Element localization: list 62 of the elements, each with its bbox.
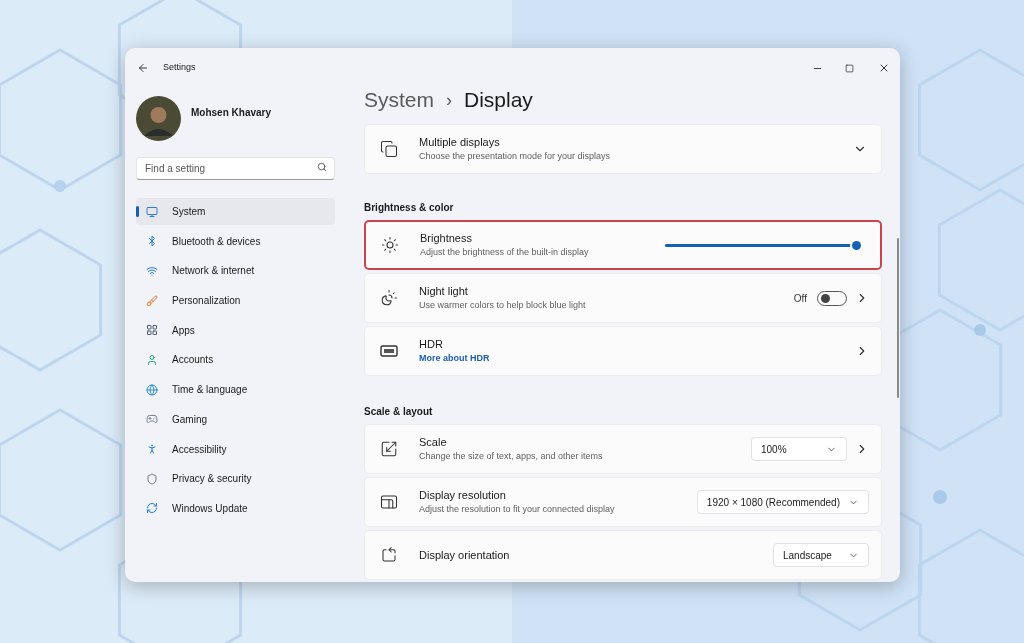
more-link[interactable]: More about HDR [419, 351, 490, 365]
apps-icon [146, 324, 158, 337]
scrollbar[interactable] [897, 238, 899, 398]
setting-description: Adjust the resolution to fit your connected display [419, 503, 615, 516]
person-icon [146, 353, 158, 366]
close-icon[interactable] [878, 62, 890, 74]
globe-icon [146, 383, 158, 396]
setting-title: Display resolution [419, 488, 507, 502]
brightness-slider[interactable] [665, 240, 861, 250]
search-icon [317, 162, 327, 172]
sidebar-item[interactable]: Accessibility [136, 435, 335, 463]
setting-description: Choose the presentation mode for your displays [419, 150, 611, 163]
setting-title: HDR [419, 337, 444, 351]
bluetooth-icon [146, 235, 158, 248]
setting-title: Display orientation [419, 548, 510, 562]
monitor-icon [146, 205, 158, 218]
profile-name: Mohsen Khavary [191, 106, 272, 120]
setting-title: Multiple displays [419, 135, 501, 149]
sidebar-item[interactable]: Personalization [136, 287, 335, 315]
person-icon [146, 443, 158, 455]
back-icon[interactable] [137, 62, 149, 74]
sidebar-item[interactable]: Accounts [136, 346, 335, 374]
resolution-icon [380, 493, 398, 511]
breadcrumb-separator: › [446, 88, 452, 112]
section-heading: Brightness & color [364, 201, 455, 215]
window-title: Settings [163, 61, 196, 75]
page-title: Display [464, 88, 533, 114]
gamepad-icon [146, 413, 158, 426]
brush-icon [146, 294, 158, 307]
maximize-icon[interactable] [845, 63, 854, 73]
sidebar-item[interactable]: Bluetooth & devices [136, 227, 335, 255]
sun-icon [381, 236, 399, 254]
setting-title: Scale [419, 435, 448, 449]
section-heading: Scale & layout [364, 405, 434, 419]
search-field[interactable]: Find a setting [136, 157, 335, 180]
sidebar-item[interactable]: Network & internet [136, 257, 335, 285]
setting-title: Night light [419, 284, 469, 298]
avatar [136, 96, 181, 141]
scale-icon [380, 440, 398, 458]
wifi-icon [146, 264, 158, 277]
dropdown[interactable]: 100% [751, 437, 847, 461]
dropdown[interactable]: Landscape [773, 543, 869, 567]
sidebar-item[interactable]: Windows Update [136, 494, 335, 522]
setting-description: Change the size of text, apps, and other items [419, 450, 603, 463]
hdr-icon [380, 345, 398, 357]
setting-description: Adjust the brightness of the built-in display [420, 246, 589, 259]
refresh-icon [146, 502, 158, 515]
rotate-icon [380, 546, 398, 564]
sidebar-item[interactable]: Apps [136, 316, 335, 344]
sidebar-item[interactable]: Time & language [136, 376, 335, 404]
setting-description: Use warmer colors to help block blue light [419, 299, 586, 312]
sun-moon-icon [380, 289, 398, 307]
slider-thumb[interactable] [852, 240, 861, 250]
dropdown[interactable]: 1920 × 1080 (Recommended) [696, 490, 869, 514]
breadcrumb-parent[interactable]: System [364, 88, 434, 116]
setting-title: Brightness [420, 231, 473, 245]
shield-icon [146, 472, 158, 485]
toggle-state: Off [793, 291, 807, 306]
sidebar-item[interactable]: Privacy & security [136, 465, 335, 493]
sidebar-item[interactable]: System [136, 198, 335, 225]
sidebar-item[interactable]: Gaming [136, 405, 335, 433]
displays-icon [380, 140, 398, 158]
